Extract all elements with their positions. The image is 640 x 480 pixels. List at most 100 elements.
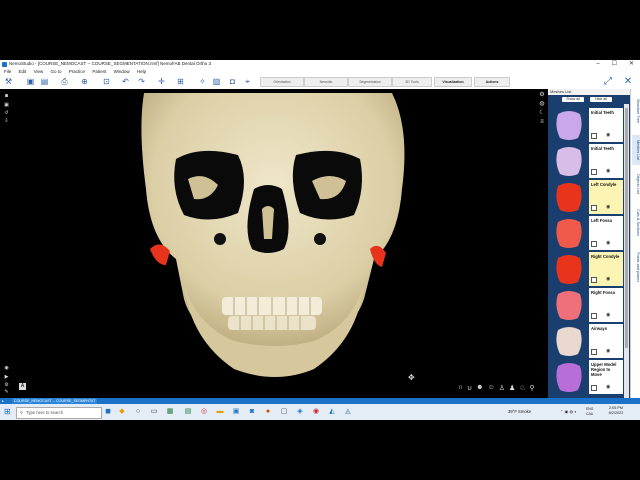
powerpoint-icon[interactable]: ●: [264, 408, 272, 416]
3d-viewport[interactable]: ⚙ ◍ ☾ ≡ ∩ ∪ ☻ ☺ ♙ ♟ ♘ ⚲ ✥: [14, 89, 548, 398]
mesh-thumbnail[interactable]: [550, 144, 588, 178]
eye-icon[interactable]: ◉: [606, 132, 610, 138]
scroll-thumb[interactable]: [625, 108, 628, 348]
tab-points-planes[interactable]: Points and planes: [632, 247, 640, 287]
hide-all-button[interactable]: Hide all: [590, 97, 612, 102]
task-view-icon[interactable]: ○: [134, 408, 142, 416]
3d-tools-button[interactable]: 3D Tools: [392, 77, 432, 87]
taskbar-search[interactable]: ⚲ Type here to search: [16, 407, 102, 419]
menu-goto[interactable]: Go to: [51, 69, 62, 74]
tab-structure-tree[interactable]: Structure Tree: [632, 91, 640, 131]
menu-view[interactable]: View: [34, 69, 44, 74]
eye-icon[interactable]: ◉: [606, 276, 610, 282]
expand-icon[interactable]: ⤢: [602, 76, 614, 88]
redo-icon[interactable]: ↷: [137, 77, 146, 86]
export-icon[interactable]: ⇩: [3, 118, 10, 124]
camera-icon[interactable]: ◙: [3, 93, 10, 99]
mesh-list-item[interactable]: Upper Model Region to Move ◉: [550, 360, 624, 394]
language-indicator[interactable]: ENG CAA: [586, 407, 593, 417]
mesh-checkbox[interactable]: [591, 241, 597, 247]
mesh-thumbnail[interactable]: [550, 108, 588, 142]
mesh-checkbox[interactable]: [591, 169, 597, 175]
mesh-list-item[interactable]: Right Fossa ◉: [550, 288, 624, 322]
top-view-icon[interactable]: ♙: [499, 384, 505, 394]
nemostudio-taskbar-icon[interactable]: ◼: [104, 408, 112, 416]
mesh-thumbnail[interactable]: [550, 252, 588, 286]
mesh-checkbox[interactable]: [591, 205, 597, 211]
save-as-icon[interactable]: ▤: [40, 77, 49, 86]
menu-window[interactable]: Window: [114, 69, 130, 74]
mesh-list-item[interactable]: Initial Teeth ◉: [550, 144, 624, 178]
nemotic-button[interactable]: Nemotic: [304, 77, 348, 87]
maximize-icon[interactable]: ☐: [612, 60, 617, 68]
pen-icon[interactable]: ✎: [3, 389, 10, 395]
view-globe-icon[interactable]: ◍: [538, 101, 546, 108]
tab-meshes-list[interactable]: Meshes List: [632, 135, 640, 165]
outlook-icon[interactable]: ◙: [248, 408, 256, 416]
excel-icon[interactable]: ▦: [166, 408, 174, 416]
tools-icon[interactable]: ⚒: [4, 77, 13, 86]
spreadsheet-icon[interactable]: ▤: [184, 408, 192, 416]
reset-view-icon[interactable]: ⚲: [530, 384, 535, 394]
mesh-checkbox[interactable]: [591, 313, 597, 319]
word-icon[interactable]: ▣: [232, 408, 240, 416]
front-view-icon[interactable]: ∩: [458, 384, 463, 394]
record-icon[interactable]: ▶: [3, 374, 10, 380]
mesh-list-item[interactable]: Left Fossa ◉: [550, 216, 624, 250]
view-settings-icon[interactable]: ⚙: [538, 92, 546, 99]
chrome-icon[interactable]: ◎: [200, 408, 208, 416]
tab-cuts-sections[interactable]: Cuts & Sections: [632, 203, 640, 243]
view-layers-icon[interactable]: ≡: [538, 119, 546, 126]
image-icon[interactable]: ▨: [212, 77, 221, 86]
crosshair-icon[interactable]: ✛: [157, 77, 166, 86]
orientation-button[interactable]: Orientation: [260, 77, 304, 87]
print-icon[interactable]: ⎙: [60, 77, 69, 86]
mesh-list-scrollbar[interactable]: [624, 104, 629, 398]
mesh-list-item[interactable]: Left Condyle ◉: [550, 180, 624, 214]
show-all-button[interactable]: Show all: [562, 97, 584, 102]
back-view-icon[interactable]: ∪: [467, 384, 472, 394]
eye-icon[interactable]: ◉: [606, 204, 610, 210]
eye-icon[interactable]: ◉: [606, 312, 610, 318]
mesh-thumbnail[interactable]: [550, 216, 588, 250]
tray-icons[interactable]: ⌃ ◉ ◍ ◐: [560, 407, 577, 417]
eye-icon[interactable]: ◉: [606, 348, 610, 354]
reset-icon[interactable]: ↺: [3, 110, 10, 116]
widgets-icon[interactable]: ▭: [150, 408, 158, 416]
mesh-checkbox[interactable]: [591, 349, 597, 355]
chrome-alt-icon[interactable]: ◆: [118, 408, 126, 416]
mesh-list-item[interactable]: Airways ◉: [550, 324, 624, 358]
mesh-checkbox[interactable]: [591, 385, 597, 391]
settings-icon[interactable]: ⚙: [3, 382, 10, 388]
menu-edit[interactable]: Edit: [19, 69, 27, 74]
mesh-thumbnail[interactable]: [550, 360, 588, 394]
mesh-list-item[interactable]: Initial Teeth ◉: [550, 108, 624, 142]
snapshot-icon[interactable]: ◉: [3, 365, 10, 371]
close-icon[interactable]: ✕: [629, 60, 634, 68]
zoom-icon[interactable]: ⊕: [80, 77, 89, 86]
segmentation-button[interactable]: Segmentation: [348, 77, 392, 87]
file-explorer-icon[interactable]: ▬: [216, 408, 224, 416]
eye-icon[interactable]: ◉: [606, 168, 610, 174]
menu-file[interactable]: File: [4, 69, 11, 74]
app-icon-2[interactable]: ◈: [296, 408, 304, 416]
app-icon-5[interactable]: ◬: [344, 408, 352, 416]
zoom-window-icon[interactable]: ⊡: [102, 77, 111, 86]
undo-icon[interactable]: ↶: [121, 77, 130, 86]
magic-icon[interactable]: ✧: [198, 77, 207, 86]
menu-help[interactable]: Help: [137, 69, 146, 74]
eye-icon[interactable]: ◉: [606, 384, 610, 390]
mesh-thumbnail[interactable]: [550, 180, 588, 214]
mesh-checkbox[interactable]: [591, 133, 597, 139]
eye-icon[interactable]: ◉: [606, 240, 610, 246]
save-icon[interactable]: ▣: [26, 77, 35, 86]
mesh-checkbox[interactable]: [591, 277, 597, 283]
mesh-thumbnail[interactable]: [550, 324, 588, 358]
right-view-icon[interactable]: ☺: [488, 384, 495, 394]
windows-start-icon[interactable]: ⊞: [4, 408, 12, 416]
app-icon-4[interactable]: ◭: [328, 408, 336, 416]
camera-icon[interactable]: ◘: [228, 77, 237, 86]
image-icon[interactable]: ▣: [3, 102, 10, 108]
mesh-list-item[interactable]: Right Condyle ◉: [550, 252, 624, 286]
menu-patient[interactable]: Patient: [92, 69, 106, 74]
